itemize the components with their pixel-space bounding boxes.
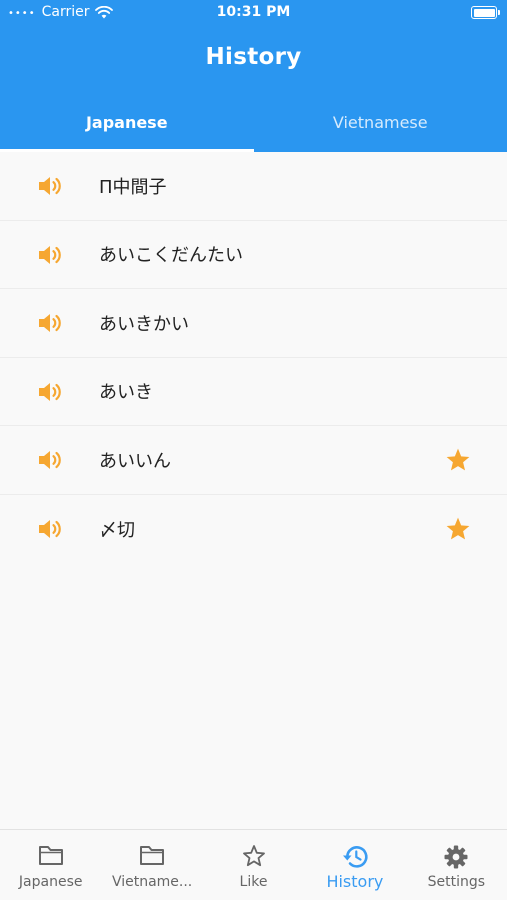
history-word: あいいん — [99, 450, 171, 472]
nav-settings-label: Settings — [427, 874, 486, 890]
status-bar: •••• Carrier 10:31 PM — [0, 0, 507, 26]
history-icon — [342, 846, 368, 868]
speaker-icon[interactable] — [37, 174, 63, 198]
speaker-icon[interactable] — [37, 517, 63, 541]
nav-japanese-label: Japanese — [18, 874, 83, 890]
tab-vietnamese[interactable]: Vietnamese — [254, 100, 507, 152]
nav-settings[interactable]: Settings — [406, 830, 507, 900]
speaker-icon[interactable] — [37, 243, 63, 267]
nav-like-label: Like — [239, 874, 268, 890]
language-tabs: Japanese Vietnamese — [0, 100, 507, 152]
history-row[interactable]: あいいん — [0, 426, 507, 495]
history-row[interactable]: あいこくだんたい — [0, 221, 507, 289]
history-word: П中間子 — [99, 176, 167, 198]
battery-icon — [471, 6, 500, 19]
history-row[interactable]: あいきかい — [0, 289, 507, 358]
tab-japanese[interactable]: Japanese — [0, 100, 254, 152]
history-word: あいきかい — [99, 313, 189, 335]
history-row[interactable]: П中間子 — [0, 152, 507, 221]
speaker-icon[interactable] — [37, 448, 63, 472]
bottom-nav: Japanese Vietname... Like History Settin… — [0, 829, 507, 900]
app-header: •••• Carrier 10:31 PM History Japanese V… — [0, 0, 507, 152]
history-row[interactable]: あいき — [0, 358, 507, 426]
speaker-icon[interactable] — [37, 311, 63, 335]
nav-vietnamese[interactable]: Vietname... — [101, 830, 202, 900]
nav-history[interactable]: History — [304, 830, 405, 900]
folder-icon — [38, 846, 63, 865]
speaker-icon[interactable] — [37, 380, 63, 404]
status-time: 10:31 PM — [216, 4, 291, 20]
nav-like[interactable]: Like — [203, 830, 304, 900]
folder-icon — [140, 846, 165, 865]
history-row[interactable]: 〆切 — [0, 495, 507, 564]
gear-icon — [444, 845, 468, 869]
star-outline-icon — [242, 845, 265, 867]
star-filled-icon[interactable] — [445, 447, 471, 473]
nav-vietnamese-label: Vietname... — [111, 874, 193, 890]
nav-history-label: History — [326, 872, 384, 891]
page-title: History — [205, 44, 302, 70]
history-word: 〆切 — [99, 519, 135, 541]
history-word: あいき — [99, 382, 153, 404]
history-word: あいこくだんたい — [99, 245, 243, 267]
history-list: П中間子 あいこくだんたい あいきかい あいき あいいん 〆切 — [0, 152, 507, 563]
star-filled-icon[interactable] — [445, 516, 471, 542]
nav-japanese[interactable]: Japanese — [0, 830, 101, 900]
